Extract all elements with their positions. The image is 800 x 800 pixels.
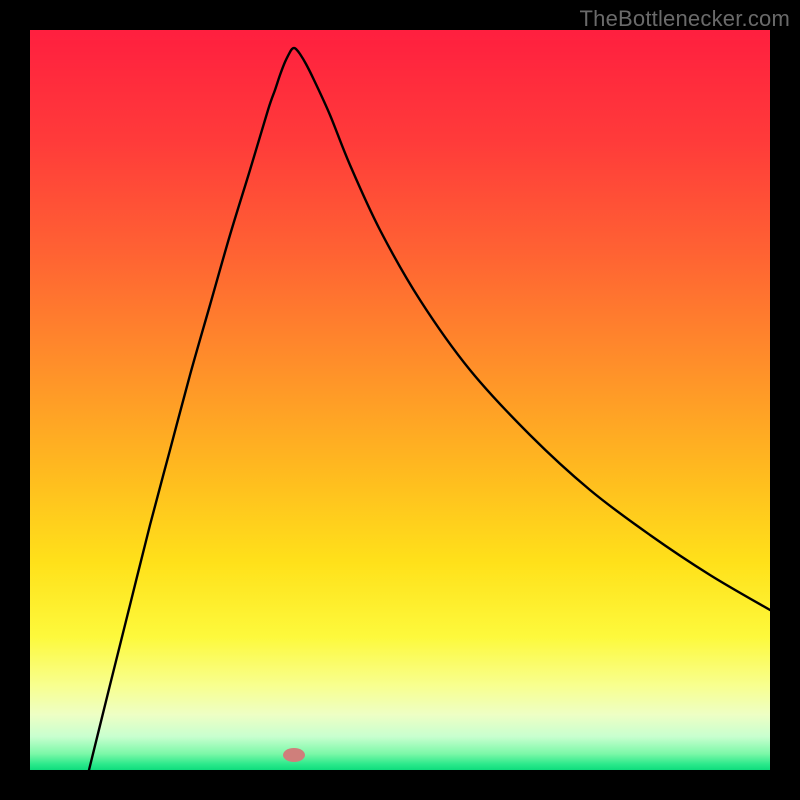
- plot-frame: [30, 30, 770, 770]
- watermark-text: TheBottlenecker.com: [580, 6, 790, 32]
- optimal-point-marker: [283, 748, 305, 762]
- bottleneck-chart: [30, 30, 770, 770]
- gradient-background: [30, 30, 770, 770]
